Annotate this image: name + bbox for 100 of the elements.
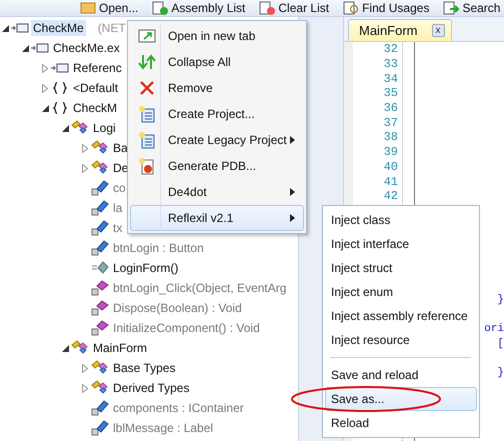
collapsed-arrow-icon[interactable] [82, 364, 88, 372]
editor-tab[interactable]: MainForm x [348, 19, 452, 41]
field-icon [91, 180, 109, 196]
tree-item[interactable]: tx [111, 220, 124, 236]
tree-item[interactable]: Base Types [111, 360, 178, 376]
menu-item[interactable]: Create Legacy Project [130, 127, 304, 153]
menu-item[interactable]: Inject class [325, 208, 477, 232]
expanded-arrow-icon[interactable] [62, 124, 68, 132]
tree-item[interactable]: LoginForm() [111, 260, 180, 276]
toolbar-button[interactable]: Clear List [259, 0, 330, 16]
expanded-arrow-icon[interactable] [22, 44, 28, 52]
tree-item[interactable]: <Default [71, 80, 120, 96]
assembly-icon [31, 43, 49, 53]
tree-item[interactable]: btnLogin : Button [111, 240, 206, 256]
collapsed-arrow-icon[interactable] [82, 384, 88, 392]
menu-item[interactable]: Inject interface [325, 232, 477, 256]
project-icon [138, 131, 156, 149]
tree-item[interactable]: CheckMe [31, 20, 86, 36]
menu-item[interactable]: Create Project... [130, 101, 304, 127]
remove-icon [139, 80, 155, 96]
close-button[interactable]: x [432, 24, 445, 37]
method-icon [91, 260, 109, 276]
assembly-icon [11, 23, 29, 33]
tree-item[interactable]: components : IContainer [111, 400, 246, 416]
tree-item[interactable]: CheckMe.ex [51, 40, 122, 56]
menu-item[interactable]: Collapse All [130, 49, 304, 75]
class-icon [71, 340, 89, 356]
line-number: 33 [382, 56, 399, 72]
line-number: 39 [382, 144, 399, 160]
collapsed-arrow-icon[interactable] [82, 164, 88, 172]
menu-item[interactable]: Inject struct [325, 256, 477, 280]
expanded-arrow-icon[interactable] [62, 344, 68, 352]
tree-item[interactable]: De [111, 160, 130, 176]
tree-item[interactable]: co [111, 180, 128, 196]
project-icon [138, 105, 156, 123]
new-tab-icon [138, 28, 156, 44]
menu-item[interactable]: Inject assembly reference [325, 304, 477, 328]
collapsed-arrow-icon[interactable] [82, 144, 88, 152]
tree-item[interactable]: InitializeComponent() : Void [111, 320, 262, 336]
class-icon [71, 120, 89, 136]
toolbar-button[interactable]: Open... [80, 0, 138, 16]
tree-item[interactable]: Ba [111, 140, 130, 156]
method-icon [91, 280, 109, 296]
toolbar-button[interactable]: Search [443, 0, 500, 16]
braces-icon [53, 82, 67, 94]
tree-item[interactable]: Logi [91, 120, 118, 136]
expanded-arrow-icon[interactable] [42, 104, 48, 112]
line-number: 37 [382, 115, 399, 130]
tree-item[interactable]: lblMessage : Label [111, 420, 216, 436]
method-icon [91, 300, 109, 316]
line-number: 32 [382, 42, 399, 57]
line-number: 41 [382, 174, 399, 189]
line-number: 36 [382, 100, 399, 116]
menu-item[interactable]: Inject resource [325, 328, 477, 352]
code-text: } [497, 366, 504, 382]
toolbar-button[interactable]: Find Usages [343, 0, 430, 16]
menu-item[interactable]: Reload [325, 411, 477, 435]
menu-item[interactable]: Open in new tab [130, 23, 304, 49]
submenu-arrow-icon [290, 136, 295, 144]
menu-item[interactable]: Reflexil v2.1 [130, 205, 304, 231]
class-icon [91, 380, 109, 396]
tree-item[interactable]: CheckM [71, 100, 120, 116]
menu-item[interactable]: Save and reload [325, 363, 477, 387]
expanded-arrow-icon[interactable] [2, 24, 8, 32]
document-icon [138, 157, 156, 175]
code-text: ori [484, 322, 504, 338]
toolbar-button[interactable]: Assembly List [152, 0, 246, 16]
submenu-arrow-icon [290, 214, 295, 222]
assembly-icon [51, 63, 69, 73]
arrows-icon [138, 54, 156, 70]
line-number: 38 [382, 130, 399, 145]
find-icon [343, 0, 360, 16]
code-text: } [497, 293, 504, 308]
class-icon [91, 140, 109, 156]
line-number: 35 [382, 86, 399, 101]
menu-item[interactable]: Inject enum [325, 280, 477, 304]
framework-note: (NET [98, 21, 126, 35]
tree-item[interactable]: Derived Types [111, 380, 192, 396]
method-icon [91, 320, 109, 336]
search-icon [443, 0, 460, 16]
submenu-arrow-icon [290, 188, 295, 196]
code-text: [ [497, 337, 504, 352]
field-icon [91, 420, 109, 436]
field-icon [91, 400, 109, 416]
tree-item[interactable]: Dispose(Boolean) : Void [111, 300, 244, 316]
menu-item[interactable]: Remove [130, 75, 304, 101]
menu-item[interactable]: De4dot [130, 179, 304, 205]
tree-item[interactable]: la [111, 200, 124, 216]
folder-icon [80, 0, 96, 16]
field-icon [91, 240, 109, 256]
collapsed-arrow-icon[interactable] [42, 64, 48, 72]
tree-item[interactable]: MainForm [91, 340, 150, 356]
line-number: 34 [382, 71, 399, 86]
line-number: 40 [382, 160, 399, 174]
tree-item[interactable]: btnLogin_Click(Object, EventArg [111, 280, 288, 296]
class-icon [91, 160, 109, 176]
field-icon [91, 220, 109, 236]
tree-item[interactable]: Referenc [71, 60, 124, 76]
menu-item[interactable]: Generate PDB... [130, 153, 304, 179]
collapsed-arrow-icon[interactable] [42, 84, 48, 92]
